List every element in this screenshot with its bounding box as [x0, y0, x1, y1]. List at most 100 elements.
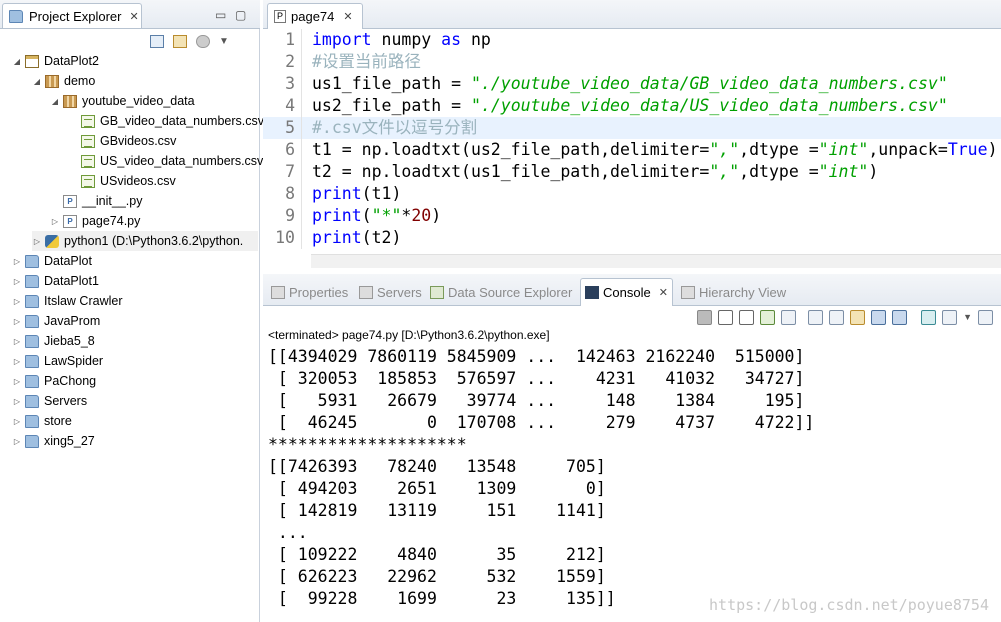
- new-console-icon[interactable]: [942, 309, 958, 325]
- tree-item[interactable]: ▷ PaChong: [12, 371, 96, 391]
- tree-item[interactable]: ▷ python1 (D:\Python3.6.2\python.: [32, 231, 258, 251]
- expand-arrow-icon[interactable]: ▷: [12, 417, 22, 426]
- clear-console-icon[interactable]: [781, 309, 797, 325]
- tree-item[interactable]: P __init__.py: [50, 191, 142, 211]
- tree-item[interactable]: ◢ demo: [32, 71, 95, 91]
- remove-all-icon[interactable]: [739, 309, 755, 325]
- tree-item-label: PaChong: [44, 374, 97, 388]
- tree-item-label: xing5_27: [44, 434, 95, 448]
- tree-item[interactable]: ▷ Jieba5_8: [12, 331, 95, 351]
- remove-launch-icon[interactable]: [718, 309, 734, 325]
- tab-servers[interactable]: Servers: [359, 281, 422, 303]
- expand-arrow-icon[interactable]: ▷: [12, 337, 22, 346]
- open-console-icon[interactable]: [921, 309, 937, 325]
- expand-arrow-icon[interactable]: ▷: [12, 257, 22, 266]
- tree-item[interactable]: GB_video_data_numbers.csv: [68, 111, 264, 131]
- dropdown-icon[interactable]: ▼: [963, 312, 972, 322]
- tree-item[interactable]: ▷ Servers: [12, 391, 87, 411]
- tree-item-label: youtube_video_data: [82, 94, 195, 108]
- python-file-icon: P: [63, 214, 77, 228]
- folder-icon: [25, 294, 39, 308]
- tree-item[interactable]: ▷ xing5_27: [12, 431, 95, 451]
- collapse-all-icon[interactable]: [150, 34, 164, 48]
- code-editor[interactable]: 1 import numpy as np 2 #设置当前路径 3 us1_file_p…: [263, 29, 1001, 255]
- word-wrap-icon[interactable]: [808, 309, 824, 325]
- expand-arrow-icon[interactable]: ◢: [50, 97, 60, 106]
- expand-arrow-icon[interactable]: ◢: [12, 57, 22, 66]
- expand-arrow-icon[interactable]: ▷: [12, 377, 22, 386]
- view-menu-icon[interactable]: ▼: [219, 36, 229, 47]
- editor-tab-page74[interactable]: P page74 ✕: [267, 3, 363, 29]
- data-source-icon: [430, 285, 444, 299]
- line-number: 5: [285, 118, 295, 137]
- minimize-icon[interactable]: [978, 309, 993, 325]
- expand-arrow-icon[interactable]: ▷: [12, 317, 22, 326]
- tree-item[interactable]: USvideos.csv: [68, 171, 176, 191]
- close-icon[interactable]: ✕: [659, 286, 668, 299]
- csv-file-icon: [81, 154, 95, 168]
- tab-console[interactable]: Console ✕: [580, 278, 673, 306]
- servers-icon: [359, 285, 373, 299]
- tree-item[interactable]: ▷ Itslaw Crawler: [12, 291, 123, 311]
- expand-arrow-icon[interactable]: ▷: [12, 297, 22, 306]
- code-line: 10 print(t2): [263, 227, 1001, 249]
- filter-icon[interactable]: [196, 34, 210, 48]
- expand-arrow-icon[interactable]: ◢: [32, 77, 42, 86]
- tree-item-label: GBvideos.csv: [100, 134, 177, 148]
- console-pane: Properties Servers Data Source Explorer …: [263, 274, 1001, 622]
- expand-arrow-icon[interactable]: ▷: [50, 217, 60, 226]
- project-explorer-tab-label: Project Explorer: [29, 8, 122, 24]
- tab-label: Hierarchy View: [699, 284, 787, 300]
- display-selected-console-icon[interactable]: [850, 309, 866, 325]
- tree-item[interactable]: ▷ DataPlot: [12, 251, 92, 271]
- close-icon[interactable]: ✕: [343, 10, 352, 23]
- scroll-lock-icon[interactable]: [760, 309, 776, 325]
- editor-tab-label: page74: [291, 9, 335, 24]
- explorer-toolbar: ▼: [150, 32, 229, 50]
- tree-item-label: store: [44, 414, 72, 428]
- tree-item[interactable]: ▷ LawSpider: [12, 351, 103, 371]
- project-explorer-pane: Project Explorer ✕ ▭ ▢ ▼ ◢ DataPlot2 ◢ demo…: [0, 0, 264, 622]
- stop-icon[interactable]: [697, 309, 713, 325]
- line-number: 1: [285, 30, 295, 49]
- tree-item[interactable]: ▷ DataPlot1: [12, 271, 99, 291]
- minimize-icon[interactable]: ▭: [215, 8, 226, 22]
- console-line: [[7426393 78240 13548 705]: [268, 457, 606, 476]
- pin-console-icon[interactable]: [829, 309, 845, 325]
- expand-arrow-icon[interactable]: ▷: [32, 237, 42, 246]
- tree-item[interactable]: ▷ store: [12, 411, 72, 431]
- tree-item[interactable]: GBvideos.csv: [68, 131, 176, 151]
- tab-data-source-explorer[interactable]: Data Source Explorer: [430, 281, 572, 303]
- tree-item-label: GB_video_data_numbers.csv: [100, 114, 264, 128]
- close-icon[interactable]: ✕: [129, 10, 138, 23]
- show-on-stdout-icon[interactable]: [871, 309, 887, 325]
- tree-item[interactable]: US_video_data_numbers.csv: [68, 151, 263, 171]
- expand-arrow-icon[interactable]: ▷: [12, 357, 22, 366]
- csv-file-icon: [81, 134, 95, 148]
- code-line: 4 us2_file_path = "./youtube_video_data/U…: [263, 95, 1001, 117]
- tree-item[interactable]: ▷ JavaProm: [12, 311, 100, 331]
- tree-item[interactable]: ◢ youtube_video_data: [50, 91, 195, 111]
- tree-item[interactable]: ◢ DataPlot2: [12, 51, 99, 71]
- project-explorer-tab[interactable]: Project Explorer ✕: [2, 3, 142, 28]
- code-line: 2 #设置当前路径: [263, 51, 1001, 73]
- console-line: ********************: [268, 435, 467, 454]
- folder-icon: [25, 414, 39, 428]
- tree-item[interactable]: ▷ Ppage74.py: [50, 211, 140, 231]
- show-on-stderr-icon[interactable]: [892, 309, 908, 325]
- expand-arrow-icon[interactable]: ▷: [12, 277, 22, 286]
- tab-label: Console: [603, 285, 651, 300]
- horizontal-scrollbar[interactable]: [311, 254, 1001, 268]
- expand-arrow-icon[interactable]: ▷: [12, 437, 22, 446]
- maximize-icon[interactable]: ▢: [235, 8, 246, 22]
- tab-properties[interactable]: Properties: [271, 281, 348, 303]
- expand-arrow-icon[interactable]: ▷: [12, 397, 22, 406]
- link-with-editor-icon[interactable]: [173, 34, 187, 48]
- console-line: [ 626223 22962 532 1559]: [268, 567, 606, 586]
- console-output[interactable]: [[4394029 7860119 5845909 ... 142463 216…: [268, 346, 814, 610]
- line-number: 6: [285, 140, 295, 159]
- console-line: [ 109222 4840 35 212]: [268, 545, 606, 564]
- folder-icon: [25, 374, 39, 388]
- line-number: 3: [285, 74, 295, 93]
- tab-hierarchy-view[interactable]: Hierarchy View: [681, 281, 786, 303]
